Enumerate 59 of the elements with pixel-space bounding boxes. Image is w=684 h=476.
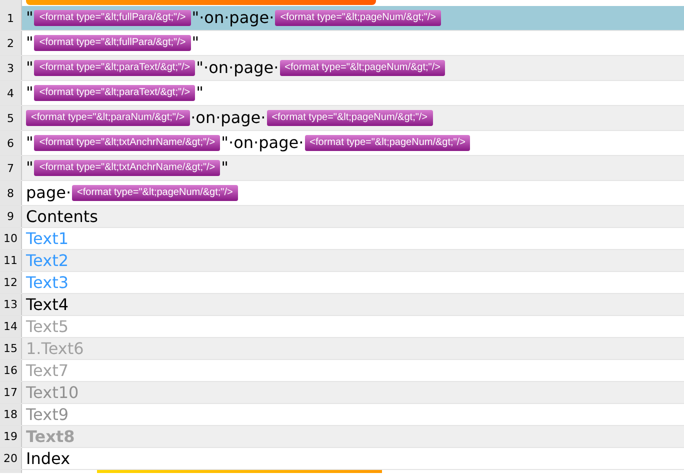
line-number: 17 xyxy=(0,382,22,403)
line-number: 7 xyxy=(0,156,22,180)
format-tag[interactable]: <format type="&lt;pageNum/&gt;"/> xyxy=(266,110,433,126)
line-number: 2 xyxy=(0,31,22,55)
line-text: Text3 xyxy=(26,272,69,292)
gutter xyxy=(0,0,22,6)
line-text: Contents xyxy=(26,206,98,226)
line-number: 3 xyxy=(0,56,22,80)
line-text: " xyxy=(26,83,34,103)
line-text: "·on·page· xyxy=(192,8,274,28)
line-text: ·on·page· xyxy=(190,108,266,128)
line-text: " xyxy=(192,33,200,53)
line-number: 20 xyxy=(0,448,22,469)
line-number: 5 xyxy=(0,106,22,130)
line-number: 15 xyxy=(0,338,22,359)
format-tag[interactable]: <format type="&lt;paraText/&gt;"/> xyxy=(34,85,196,101)
line-number: 13 xyxy=(0,294,22,315)
line-number: 1 xyxy=(0,6,22,30)
line-text: Text5 xyxy=(26,316,69,336)
format-tag[interactable]: <format type="&lt;txtAnchrName/&gt;"/> xyxy=(34,135,220,151)
format-tag[interactable]: <format type="&lt;paraNum/&gt;"/> xyxy=(26,110,190,126)
line-number: 9 xyxy=(0,206,22,227)
line-number: 19 xyxy=(0,426,22,447)
line-number: 11 xyxy=(0,250,22,271)
line-text: " xyxy=(26,58,34,78)
line-number: 4 xyxy=(0,81,22,105)
line-text: Index xyxy=(26,448,70,468)
line-text: " xyxy=(26,133,34,153)
line-text: Text7 xyxy=(26,360,69,380)
format-tag[interactable]: <format type="&lt;fullPara/&gt;"/> xyxy=(34,10,191,26)
format-tag[interactable]: <format type="&lt;pageNum/&gt;"/> xyxy=(304,135,470,151)
line-number: 14 xyxy=(0,316,22,337)
line-number: 16 xyxy=(0,360,22,381)
line-text: " xyxy=(26,8,34,28)
line-text: Text10 xyxy=(26,382,79,402)
line-text: " xyxy=(26,158,34,178)
format-tag[interactable]: <format type="&lt;pageNum/&gt;"/> xyxy=(72,185,238,201)
format-tag[interactable]: <format type="&lt;txtAnchrName/&gt;"/> xyxy=(34,160,220,176)
line-text: Text1 xyxy=(26,228,69,248)
line-number: 12 xyxy=(0,272,22,293)
line-text: Text8 xyxy=(26,426,75,446)
format-tag[interactable]: <format type="&lt;paraText/&gt;"/> xyxy=(34,60,196,76)
line-text: " xyxy=(26,33,34,53)
line-number: 18 xyxy=(0,404,22,425)
format-tag[interactable]: <format type="&lt;pageNum/&gt;"/> xyxy=(275,10,442,26)
line-number: 6 xyxy=(0,131,22,155)
line-text: 1.Text6 xyxy=(26,338,84,358)
line-text: Text2 xyxy=(26,250,69,270)
line-text: page· xyxy=(26,183,72,203)
line-text: " xyxy=(196,83,204,103)
format-tag[interactable]: <format type="&lt;fullPara/&gt;"/> xyxy=(34,35,191,51)
format-tag[interactable]: <format type="&lt;pageNum/&gt;"/> xyxy=(280,60,446,76)
line-number: 8 xyxy=(0,181,22,205)
line-text: " xyxy=(221,158,229,178)
line-text: "·on·page· xyxy=(196,58,279,78)
line-text: Text4 xyxy=(26,294,69,314)
line-text: Text9 xyxy=(26,404,69,424)
line-number: 10 xyxy=(0,228,22,249)
line-text: "·on·page· xyxy=(221,133,304,153)
